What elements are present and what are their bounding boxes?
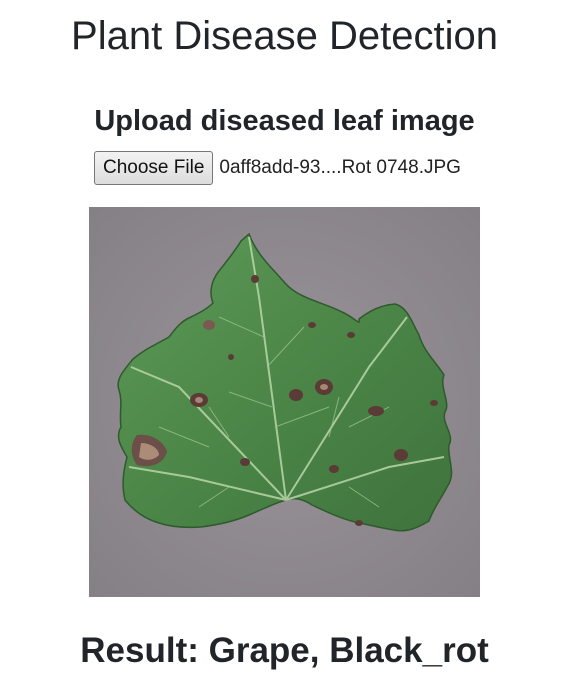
page-title: Plant Disease Detection (71, 14, 498, 58)
choose-file-button[interactable]: Choose File (94, 151, 214, 185)
selected-file-name: 0aff8add-93....Rot 0748.JPG (219, 157, 461, 178)
upload-heading: Upload diseased leaf image (94, 105, 475, 137)
file-input[interactable]: Choose File 0aff8add-93....Rot 0748.JPG (94, 151, 461, 185)
leaf-image-preview (89, 207, 480, 597)
result-text: Result: Grape, Black_rot (80, 631, 489, 670)
